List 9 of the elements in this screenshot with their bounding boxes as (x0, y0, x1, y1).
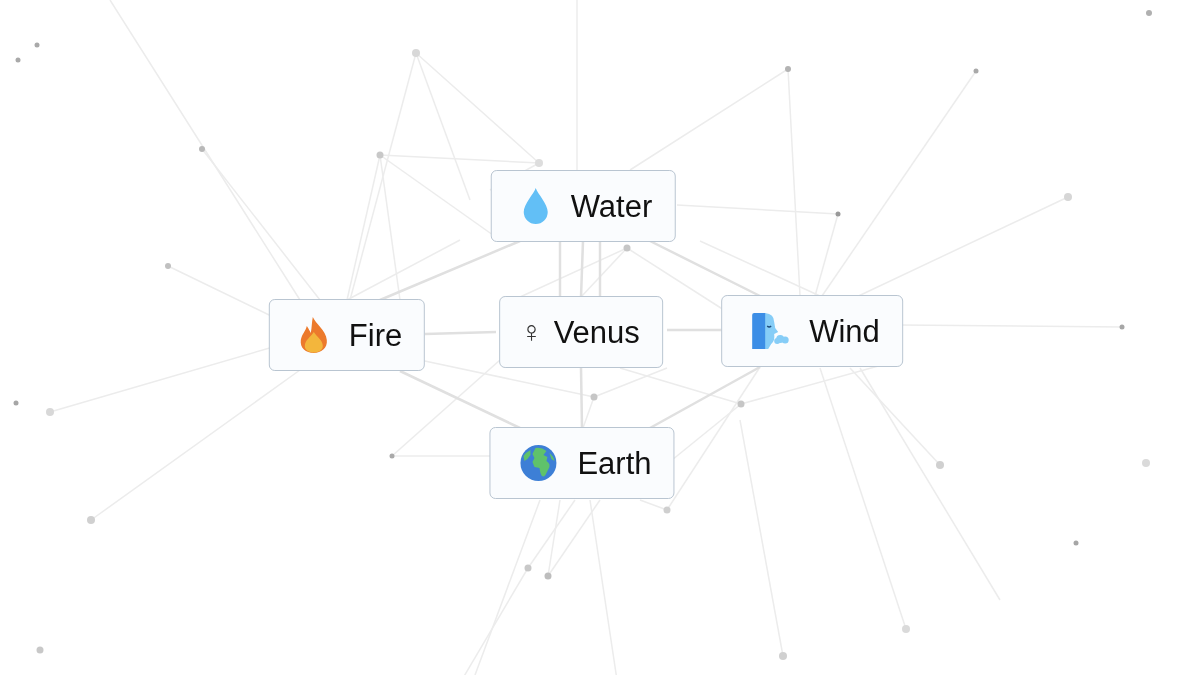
element-card[interactable]: Fire (268, 299, 426, 371)
element-card[interactable]: Earth (489, 427, 675, 499)
element-card[interactable]: ♀ Venus (499, 296, 663, 368)
globe-icon (519, 444, 558, 482)
blowing-face-icon (751, 312, 790, 350)
element-card[interactable]: Water (490, 170, 676, 242)
female-sign-icon: ♀ (520, 317, 543, 347)
element-card[interactable]: Wind (721, 295, 903, 367)
flame-icon (298, 316, 329, 354)
